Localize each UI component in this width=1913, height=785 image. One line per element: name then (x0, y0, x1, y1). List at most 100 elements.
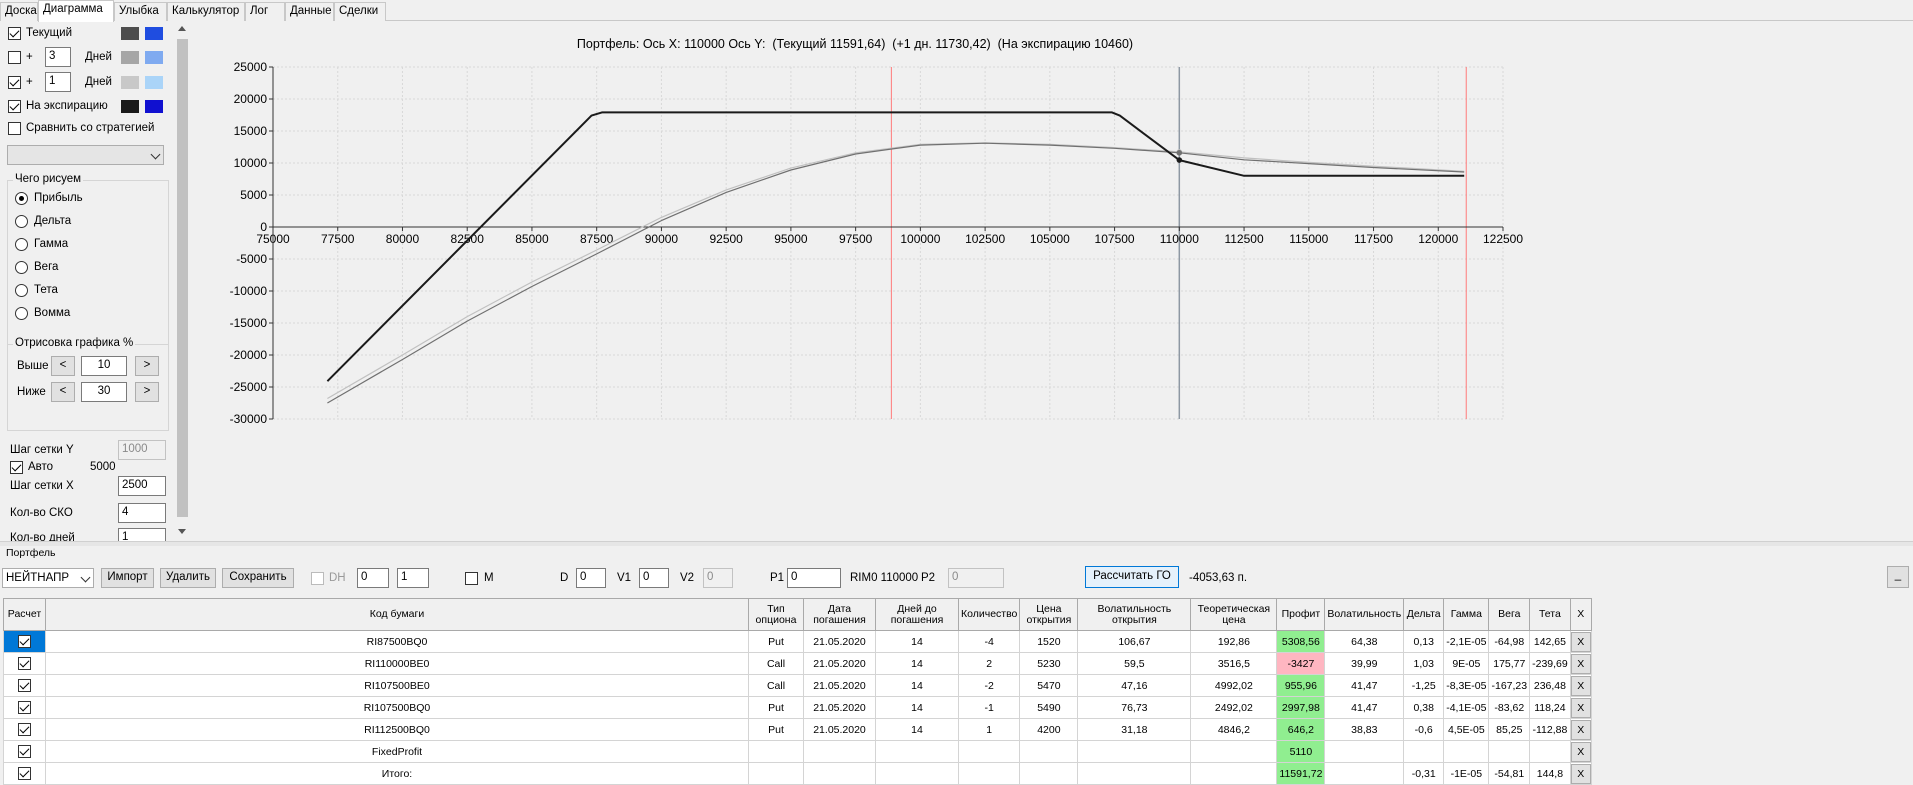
col-theo[interactable]: Теоретическая цена (1190, 598, 1278, 631)
col-date[interactable]: Дата погашения (803, 598, 876, 631)
col-delta[interactable]: Дельта (1403, 598, 1445, 631)
days-count-input[interactable]: 1 (118, 528, 166, 541)
delete-row-button[interactable]: X (1571, 653, 1591, 674)
col-vol[interactable]: Волатильность (1324, 598, 1405, 631)
col-code[interactable]: Код бумаги (45, 598, 749, 631)
radio-theta[interactable] (15, 284, 28, 297)
delete-button[interactable]: Удалить (160, 568, 216, 588)
save-button[interactable]: Сохранить (222, 568, 294, 588)
row-calc-checkbox[interactable] (18, 679, 31, 692)
chevron-down-icon[interactable] (178, 529, 186, 534)
scrollbar-thumb[interactable] (177, 39, 188, 517)
col-qty[interactable]: Количество (957, 598, 1021, 631)
col-theta[interactable]: Тета (1529, 598, 1571, 631)
current-checkbox[interactable] (8, 27, 21, 40)
table-row[interactable]: RI87500BQ0 Put 21.05.2020 14 -4 1520 106,67 192… (3, 630, 1592, 653)
tab-smile[interactable]: Улыбка (114, 2, 167, 21)
radio-vega[interactable] (15, 261, 28, 274)
expiry-color-swatch-2[interactable] (145, 100, 163, 113)
col-days[interactable]: Дней до погашения (875, 598, 959, 631)
above-input[interactable]: 10 (81, 356, 127, 376)
strategy-select[interactable] (7, 145, 164, 165)
current-color-swatch-2[interactable] (145, 27, 163, 40)
tab-deals[interactable]: Сделки (334, 2, 386, 21)
table-row[interactable]: Итого: 11591,72 -0,31 -1E-05 -54,81 144,8 X (3, 762, 1592, 785)
plus-days-checkbox-1[interactable] (8, 51, 21, 64)
cell-delta: 1,03 (1403, 652, 1445, 675)
above-decrease-button[interactable]: < (51, 356, 75, 376)
table-row[interactable]: RI110000BE0 Call 21.05.2020 14 2 5230 59,5 3516… (3, 652, 1592, 675)
dh-checkbox[interactable] (311, 572, 324, 585)
sidebar-scrollbar[interactable] (175, 21, 190, 541)
current-color-swatch-1[interactable] (121, 27, 139, 40)
row-calc-checkbox[interactable] (18, 723, 31, 736)
col-vol-open[interactable]: Волатильность открытия (1077, 598, 1192, 631)
table-row[interactable]: RI107500BE0 Call 21.05.2020 14 -2 5470 47,16 49… (3, 674, 1592, 697)
plus-days-input-2[interactable]: 1 (45, 72, 71, 92)
radio-profit[interactable] (15, 192, 28, 205)
above-increase-button[interactable]: > (135, 356, 159, 376)
auto-grid-checkbox[interactable] (10, 461, 23, 474)
plus-days-color-swatch-2a[interactable] (121, 76, 139, 89)
sko-input[interactable]: 4 (118, 503, 166, 523)
tab-data[interactable]: Данные (285, 2, 334, 21)
chevron-up-icon[interactable] (178, 26, 186, 31)
compare-strategy-checkbox[interactable] (8, 122, 21, 135)
delete-row-button[interactable]: X (1571, 697, 1591, 718)
radio-gamma[interactable] (15, 238, 28, 251)
v2-input[interactable]: 0 (703, 568, 733, 588)
plus-days-checkbox-2[interactable] (8, 76, 21, 89)
plus-days-color-swatch-1b[interactable] (145, 51, 163, 64)
table-row[interactable]: RI107500BQ0 Put 21.05.2020 14 -1 5490 76,73 249… (3, 696, 1592, 719)
radio-delta[interactable] (15, 215, 28, 228)
tab-log[interactable]: Лог (245, 2, 285, 21)
y-tick-label: 25000 (234, 60, 268, 74)
col-vega[interactable]: Вега (1488, 598, 1531, 631)
y-tick-label: 5000 (240, 188, 267, 202)
grid-x-input[interactable]: 2500 (118, 476, 166, 496)
col-type[interactable]: Тип опциона (748, 598, 804, 631)
p2-input[interactable]: 0 (948, 568, 1004, 588)
minimize-button[interactable]: _ (1887, 566, 1909, 588)
row-calc-checkbox[interactable] (18, 701, 31, 714)
col-x[interactable]: X (1569, 598, 1592, 631)
col-profit[interactable]: Профит (1276, 598, 1326, 631)
tab-calculator[interactable]: Калькулятор (167, 2, 245, 21)
p1-input[interactable]: 0 (787, 568, 841, 588)
row-calc-checkbox[interactable] (18, 657, 31, 670)
below-decrease-button[interactable]: < (51, 382, 75, 402)
calculate-go-button[interactable]: Рассчитать ГО (1085, 566, 1179, 588)
row-calc-checkbox[interactable] (18, 767, 31, 780)
row-calc-checkbox[interactable] (18, 635, 31, 648)
expiry-checkbox[interactable] (8, 100, 21, 113)
radio-vomma[interactable] (15, 307, 28, 320)
dh-spinner-2[interactable]: 1 (397, 568, 429, 588)
plus-days-color-swatch-2b[interactable] (145, 76, 163, 89)
payoff-chart[interactable]: 75000 77500 80000 82500 85000 87500 90000 92500… (190, 21, 1913, 541)
expiry-color-swatch-1[interactable] (121, 100, 139, 113)
m-checkbox[interactable] (465, 572, 478, 585)
plus-days-input-1[interactable]: 3 (45, 47, 71, 67)
portfolio-select[interactable]: НЕЙТНАПР (2, 568, 94, 588)
delete-row-button[interactable]: X (1571, 631, 1591, 652)
tab-board[interactable]: Доска (0, 2, 38, 21)
grid-y-input[interactable]: 1000 (118, 440, 166, 460)
below-increase-button[interactable]: > (135, 382, 159, 402)
col-gamma[interactable]: Гамма (1443, 598, 1490, 631)
days-label: Дней (85, 76, 112, 88)
delete-row-button[interactable]: X (1571, 719, 1591, 740)
col-calc[interactable]: Расчет (3, 598, 46, 631)
d-input[interactable]: 0 (576, 568, 606, 588)
delete-row-button[interactable]: X (1571, 675, 1591, 696)
table-row[interactable]: RI112500BQ0 Put 21.05.2020 14 1 4200 31,18 4846… (3, 718, 1592, 741)
table-row[interactable]: FixedProfit 5110 X (3, 740, 1592, 763)
row-calc-checkbox[interactable] (18, 745, 31, 758)
dh-spinner-1[interactable]: 0 (357, 568, 389, 588)
import-button[interactable]: Импорт (101, 568, 154, 588)
tab-diagram[interactable]: Диаграмма (38, 0, 114, 22)
plus-days-color-swatch-1a[interactable] (121, 51, 139, 64)
delete-row-button[interactable]: X (1571, 741, 1591, 762)
below-input[interactable]: 30 (81, 382, 127, 402)
v1-input[interactable]: 0 (639, 568, 669, 588)
col-price[interactable]: Цена открытия (1019, 598, 1079, 631)
